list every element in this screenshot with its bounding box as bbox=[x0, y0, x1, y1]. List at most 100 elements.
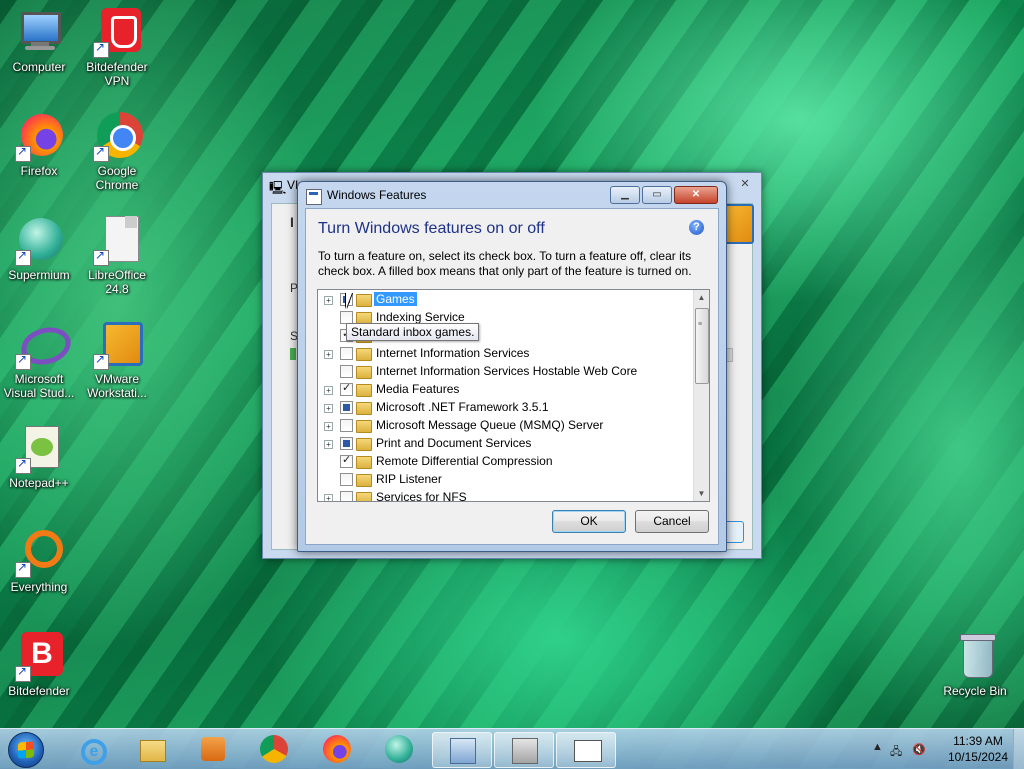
network-icon[interactable]: 🖧 bbox=[890, 743, 902, 762]
feature-checkbox[interactable] bbox=[340, 437, 353, 450]
taskbar-media-player[interactable] bbox=[184, 732, 242, 766]
maximize-button[interactable]: ▭ bbox=[642, 186, 672, 204]
desktop-icon-notepadpp[interactable]: Notepad++ bbox=[1, 424, 77, 490]
media-player-icon bbox=[201, 737, 225, 761]
taskbar-chrome[interactable] bbox=[245, 732, 303, 766]
feature-checkbox[interactable] bbox=[340, 491, 353, 501]
desktop-icon-computer[interactable]: Computer bbox=[1, 8, 77, 74]
scroll-down-arrow-icon[interactable]: ▼ bbox=[694, 486, 709, 501]
feature-checkbox[interactable] bbox=[340, 381, 353, 396]
features-tree[interactable]: + Services for NFS RIP Listener Remote Diff… bbox=[317, 289, 710, 502]
feature-row[interactable]: Internet Information Services Hostable W… bbox=[318, 363, 688, 381]
taskbar-windows-features[interactable] bbox=[556, 732, 616, 768]
expand-icon[interactable]: + bbox=[324, 440, 333, 449]
feature-row[interactable]: Remote Differential Compression bbox=[318, 453, 688, 471]
desktop-icon-visual-studio[interactable]: Microsoft Visual Stud... bbox=[1, 320, 77, 400]
minimize-button[interactable]: ▁ bbox=[610, 186, 640, 204]
windows-features-icon bbox=[306, 189, 322, 205]
cancel-button[interactable]: Cancel bbox=[635, 510, 709, 533]
desktop-icon-libreoffice[interactable]: LibreOffice 24.8 bbox=[79, 216, 155, 296]
window-controls: ▁ ▭ ✕ bbox=[610, 186, 718, 204]
background-dialog-heading: I bbox=[290, 214, 294, 230]
feature-label[interactable]: Indexing Service bbox=[374, 310, 467, 324]
feature-row[interactable]: + Microsoft Message Queue (MSMQ) Server bbox=[318, 417, 688, 435]
expand-icon[interactable]: + bbox=[324, 350, 333, 359]
folder-icon bbox=[356, 348, 372, 361]
feature-label[interactable]: RIP Listener bbox=[374, 472, 444, 486]
expand-icon[interactable]: + bbox=[324, 404, 333, 413]
taskbar-control-panel[interactable] bbox=[494, 732, 554, 768]
supermium-icon bbox=[385, 735, 413, 763]
vertical-scrollbar[interactable]: ▲ ≡ ▼ bbox=[693, 290, 709, 501]
feature-checkbox[interactable] bbox=[340, 401, 353, 414]
taskbar-explorer[interactable] bbox=[123, 732, 181, 766]
desktop-icon-supermium[interactable]: Supermium bbox=[1, 216, 77, 282]
show-desktop-button[interactable] bbox=[1013, 729, 1024, 769]
desktop-icon-label: Bitdefender VPN bbox=[86, 60, 148, 88]
shortcut-arrow-icon bbox=[15, 664, 31, 682]
feature-checkbox[interactable] bbox=[340, 473, 353, 486]
close-icon[interactable]: ✕ bbox=[735, 177, 755, 191]
clock[interactable]: 11:39 AM 10/15/2024 bbox=[948, 733, 1008, 765]
progress-fill bbox=[290, 348, 296, 360]
feature-label[interactable]: Internet Information Services bbox=[374, 346, 531, 360]
expand-icon[interactable]: + bbox=[324, 386, 333, 395]
libreoffice-icon bbox=[93, 216, 141, 266]
feature-label[interactable]: Games bbox=[374, 292, 417, 306]
desktop-icon-bitdefender-vpn[interactable]: Bitdefender VPN bbox=[79, 8, 155, 88]
background-dialog-button[interactable] bbox=[724, 521, 744, 543]
taskbar-installer[interactable] bbox=[432, 732, 492, 768]
feature-label[interactable]: Microsoft Message Queue (MSMQ) Server bbox=[374, 418, 605, 432]
desktop-icon-recycle-bin[interactable]: Recycle Bin bbox=[937, 632, 1013, 698]
folder-icon bbox=[356, 294, 372, 307]
close-button[interactable]: ✕ bbox=[674, 186, 718, 204]
ok-button[interactable]: OK bbox=[552, 510, 626, 533]
feature-label[interactable]: Media Features bbox=[374, 382, 461, 396]
shortcut-arrow-icon bbox=[15, 352, 31, 370]
feature-row[interactable]: RIP Listener bbox=[318, 471, 688, 489]
desktop-icon-label: Computer bbox=[12, 60, 66, 74]
help-icon[interactable]: ? bbox=[689, 220, 704, 235]
folder-icon bbox=[356, 492, 372, 501]
clock-time: 11:39 AM bbox=[953, 734, 1003, 748]
feature-row[interactable]: + Media Features bbox=[318, 381, 688, 399]
desktop-icon-vmware[interactable]: VMware Workstati... bbox=[79, 320, 155, 400]
expand-icon[interactable]: + bbox=[324, 494, 333, 501]
expand-icon[interactable]: + bbox=[324, 422, 333, 431]
folder-icon bbox=[356, 384, 372, 397]
expand-icon[interactable]: + bbox=[324, 296, 333, 305]
feature-label[interactable]: Microsoft .NET Framework 3.5.1 bbox=[374, 400, 551, 414]
feature-row[interactable]: + Games bbox=[318, 291, 688, 309]
feature-label[interactable]: Services for NFS bbox=[374, 490, 469, 501]
desktop-icon-firefox[interactable]: Firefox bbox=[1, 112, 77, 178]
desktop-icon-label: Recycle Bin bbox=[943, 684, 1007, 698]
feature-checkbox[interactable] bbox=[340, 365, 353, 378]
feature-row[interactable]: + Services for NFS bbox=[318, 489, 688, 501]
feature-row[interactable]: + Internet Information Services bbox=[318, 345, 688, 363]
desktop-icon-bitdefender[interactable]: B Bitdefender bbox=[1, 632, 77, 698]
desktop-icon-chrome[interactable]: Google Chrome bbox=[79, 112, 155, 192]
shortcut-arrow-icon bbox=[15, 144, 31, 162]
feature-label[interactable]: Print and Document Services bbox=[374, 436, 533, 450]
feature-row[interactable]: + Microsoft .NET Framework 3.5.1 bbox=[318, 399, 688, 417]
volume-muted-icon[interactable]: 🔇 bbox=[912, 743, 926, 756]
mouse-cursor-icon bbox=[346, 293, 358, 309]
bitdefender-icon: B bbox=[15, 632, 63, 682]
feature-row[interactable]: + Print and Document Services bbox=[318, 435, 688, 453]
taskbar-firefox[interactable] bbox=[308, 732, 366, 766]
feature-label[interactable]: Remote Differential Compression bbox=[374, 454, 555, 468]
start-button[interactable] bbox=[8, 732, 44, 768]
scroll-up-arrow-icon[interactable]: ▲ bbox=[694, 290, 709, 305]
desktop-icon-everything[interactable]: Everything bbox=[1, 528, 77, 594]
feature-checkbox[interactable] bbox=[340, 347, 353, 360]
feature-label[interactable]: Internet Information Services Hostable W… bbox=[374, 364, 639, 378]
visual-studio-icon bbox=[15, 320, 75, 370]
taskbar-supermium[interactable] bbox=[370, 732, 428, 766]
feature-checkbox[interactable] bbox=[340, 453, 353, 468]
firefox-icon bbox=[323, 735, 351, 763]
show-hidden-icons-icon[interactable]: ▲ bbox=[872, 741, 883, 753]
scrollbar-thumb[interactable] bbox=[695, 308, 709, 384]
folder-icon bbox=[356, 438, 372, 451]
feature-checkbox[interactable] bbox=[340, 419, 353, 432]
taskbar-ie[interactable]: e bbox=[62, 732, 120, 766]
